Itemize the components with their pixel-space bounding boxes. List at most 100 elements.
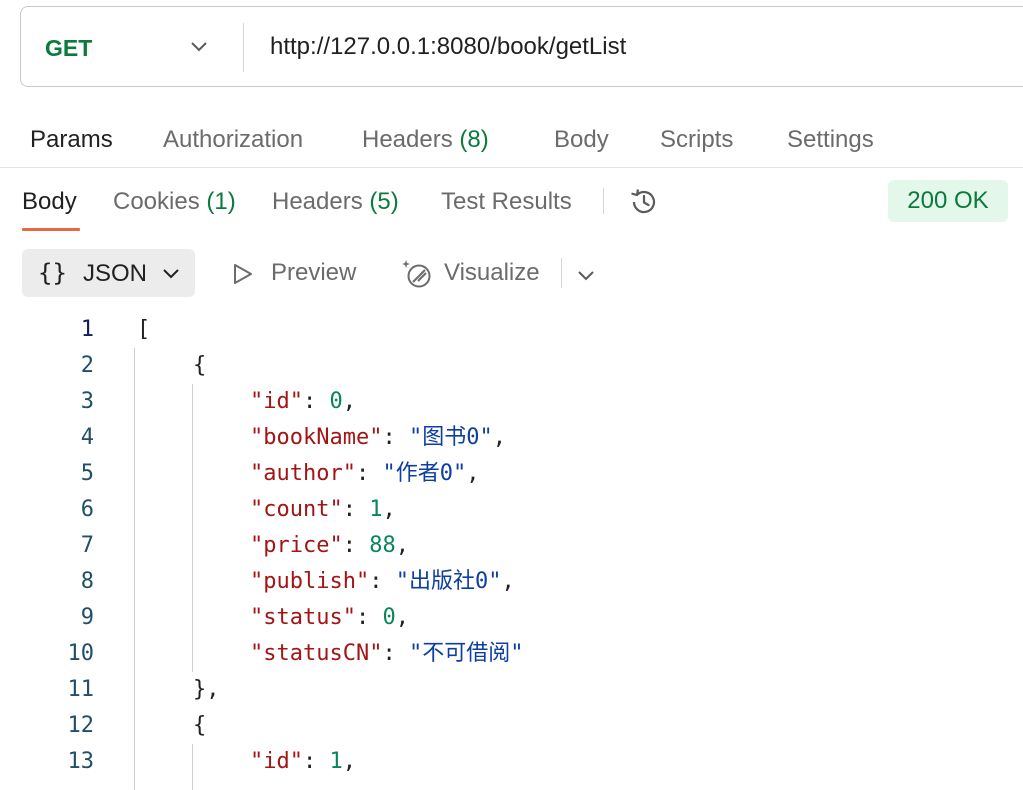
divider	[603, 188, 604, 214]
url-divider	[243, 23, 244, 72]
tab-label: Headers	[272, 188, 363, 215]
json-number: 0	[329, 389, 343, 414]
json-punctuation: },	[193, 677, 220, 702]
json-punctuation: ,	[501, 569, 515, 594]
code-text: },	[193, 672, 220, 708]
visualize-button[interactable]: Visualize	[444, 259, 540, 287]
json-punctuation: :	[342, 533, 370, 558]
tab-label: Cookies	[113, 188, 200, 215]
code-text: [	[137, 312, 150, 348]
line-number: 2	[80, 353, 94, 378]
code-text: "statusCN": "不可借阅"	[250, 636, 523, 672]
json-punctuation: :	[382, 641, 409, 666]
line-number: 6	[80, 497, 94, 522]
json-punctuation: :	[382, 425, 409, 450]
line-number: 5	[80, 461, 94, 486]
divider	[561, 258, 562, 288]
line-number: 4	[80, 425, 94, 450]
json-punctuation: ,	[382, 497, 396, 522]
tab-headers[interactable]: Headers (8)	[362, 126, 489, 154]
tab-authorization[interactable]: Authorization	[163, 126, 303, 154]
json-punctuation: {	[193, 353, 207, 378]
json-key: "id"	[250, 749, 303, 774]
response-tab-headers[interactable]: Headers (5)	[272, 188, 399, 216]
tab-label: Headers	[362, 126, 453, 153]
tab-label: Body	[22, 188, 77, 215]
json-string: "出版社0"	[395, 569, 502, 594]
tab-params[interactable]: Params	[30, 126, 113, 154]
json-number: 0	[382, 605, 396, 630]
format-label: JSON	[83, 260, 148, 287]
json-number: 88	[369, 533, 396, 558]
tab-settings[interactable]: Settings	[787, 126, 874, 154]
code-text: "id": 0,	[250, 384, 356, 420]
json-number: 1	[369, 497, 383, 522]
tab-label: Settings	[787, 126, 874, 153]
visualize-sparkle-icon[interactable]	[400, 256, 436, 297]
chevron-down-icon	[161, 263, 181, 288]
chevron-down-icon[interactable]	[189, 36, 209, 61]
json-punctuation: [	[137, 317, 151, 342]
json-key: "publish"	[250, 569, 370, 594]
code-line: 2{	[0, 348, 1023, 384]
code-text: "price": 88,	[250, 528, 409, 564]
json-punctuation: :	[355, 461, 383, 486]
code-line: 10 "statusCN": "不可借阅"	[0, 636, 1023, 672]
code-line: 3 "id": 0,	[0, 384, 1023, 420]
history-icon[interactable]	[627, 185, 661, 224]
json-key: "status"	[250, 605, 356, 630]
line-number: 1	[80, 317, 94, 342]
tab-label: Params	[30, 126, 113, 153]
json-punctuation: :	[369, 569, 396, 594]
status-badge[interactable]: 200 OK	[888, 180, 1008, 222]
line-number: 10	[67, 641, 95, 666]
code-text: {	[193, 348, 206, 384]
response-tab-test-results[interactable]: Test Results	[441, 188, 572, 216]
code-line: 4 "bookName": "图书0",	[0, 420, 1023, 456]
code-text: "id": 1,	[250, 744, 356, 780]
braces-icon: {}	[38, 259, 67, 287]
json-key: "price"	[250, 533, 343, 558]
line-number: 12	[67, 713, 95, 738]
json-punctuation: ,	[342, 749, 356, 774]
json-string: "图书0"	[408, 425, 493, 450]
json-punctuation: ,	[342, 389, 356, 414]
method-select[interactable]: GET	[45, 35, 92, 62]
code-line: 12 {	[0, 708, 1023, 744]
divider	[0, 167, 1023, 168]
tab-body[interactable]: Body	[554, 126, 609, 154]
tab-label: Scripts	[660, 126, 734, 153]
json-string: "作者0"	[382, 461, 467, 486]
json-key: "author"	[250, 461, 356, 486]
line-number: 9	[80, 605, 94, 630]
json-punctuation: :	[302, 749, 330, 774]
url-input[interactable]: http://127.0.0.1:8080/book/getList	[270, 33, 626, 61]
code-text: {	[193, 708, 206, 744]
response-tab-body[interactable]: Body	[22, 188, 77, 216]
line-number: 13	[67, 749, 95, 774]
tab-label: Authorization	[163, 126, 304, 153]
json-key: "id"	[250, 389, 303, 414]
code-text: "author": "作者0",	[250, 456, 479, 492]
code-text: "bookName": "图书0",	[250, 420, 506, 456]
format-dropdown[interactable]: {} JSON	[22, 249, 195, 297]
line-number: 7	[80, 533, 94, 558]
preview-button[interactable]: Preview	[271, 259, 356, 287]
json-punctuation: :	[355, 605, 383, 630]
code-line: 1[	[0, 312, 1023, 348]
code-line: 6 "count": 1,	[0, 492, 1023, 528]
active-tab-underline	[22, 228, 80, 231]
json-punctuation: :	[302, 389, 330, 414]
chevron-down-icon[interactable]	[576, 265, 596, 290]
code-line: 13 "id": 1,	[0, 744, 1023, 780]
json-punctuation: {	[193, 713, 207, 738]
line-number: 11	[67, 677, 95, 702]
tab-count: (5)	[369, 188, 399, 215]
response-tab-cookies[interactable]: Cookies (1)	[113, 188, 236, 216]
code-text: "count": 1,	[250, 492, 396, 528]
code-line: 8 "publish": "出版社0",	[0, 564, 1023, 600]
tab-scripts[interactable]: Scripts	[660, 126, 733, 154]
code-line: 11},	[0, 672, 1023, 708]
play-outline-icon[interactable]	[231, 262, 255, 291]
code-line: 5 "author": "作者0",	[0, 456, 1023, 492]
